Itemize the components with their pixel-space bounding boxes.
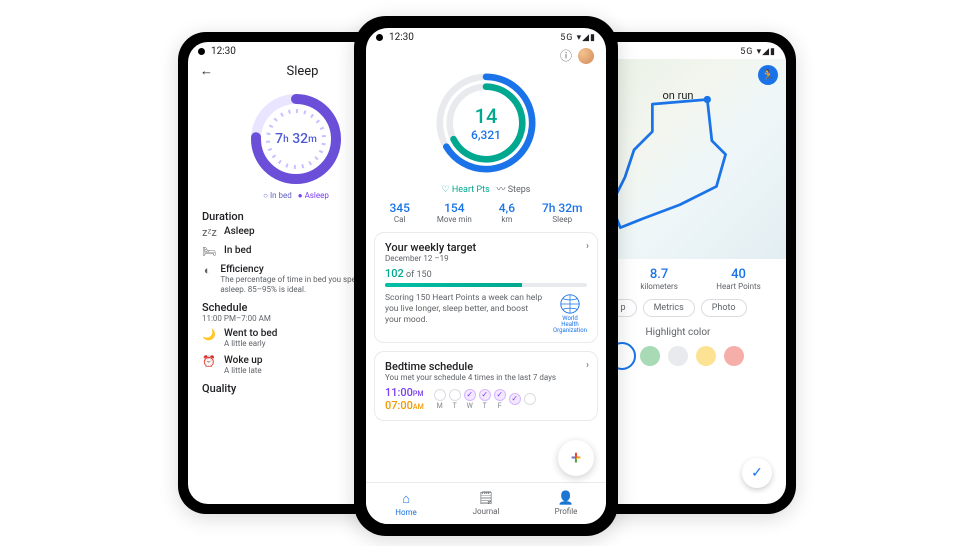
fab-add-button[interactable]: + [558,440,594,476]
bedtime-day-dots: MT✓W✓T✓F✓ [434,389,536,410]
camera-hole [198,48,205,55]
half-circle-icon: ◐ [202,264,212,277]
sleep-minutes: 32 [292,131,308,147]
who-badge: World Health Organization [553,293,587,334]
daily-metrics: 345Cal 154Move min 4,6km 7h 32mSleep [366,201,606,232]
metric-km[interactable]: 4,6km [499,201,515,224]
bed-icon: 🛏 [202,245,216,258]
activity-ring-chart[interactable]: 14 6,321 [431,68,541,178]
day-dot: ✓F [494,389,506,410]
heart-icon: ♡ [442,185,450,195]
alarm-icon: ⏰ [202,355,216,368]
day-dot: M [434,389,446,410]
metric-cal[interactable]: 345Cal [389,201,409,224]
camera-hole [376,34,383,41]
bedtime-sub: You met your schedule 4 times in the las… [385,373,587,382]
statusbar: 12:30 5G ▾◢▮ [366,28,606,45]
weekly-progress-of: of 150 [404,270,432,280]
status-icons: 5G ▾◢▮ [740,47,776,57]
ring-legend: ♡ Heart Pts 〰 Steps [366,182,606,195]
confirm-button[interactable]: ✓ [742,458,772,488]
info-icon[interactable]: ⓘ [560,47,572,64]
day-dot: ✓ [509,393,521,406]
weekly-progress-n: 102 [385,267,404,280]
weekly-progress-bar [385,283,587,287]
phone-center: 12:30 5G ▾◢▮ ⓘ 14 6,321 ♡ [354,16,618,536]
journal-icon: 🗒 [478,491,495,506]
chevron-right-icon: › [586,360,589,371]
moon-icon: 🌙 [202,328,216,341]
chip-photo[interactable]: Photo [701,299,747,317]
tab-home[interactable]: ⌂Home [366,483,446,524]
swatch-2[interactable] [668,346,688,366]
tab-journal[interactable]: 🗒Journal [446,483,526,524]
status-icons: 5G ▾◢▮ [560,33,596,43]
weekly-body: Scoring 150 Heart Points a week can help… [385,293,545,334]
weekly-daterange: December 12 –19 [385,254,587,263]
clock: 12:30 [211,46,236,57]
bedtime-times: 11:00PM 07:00AM [385,386,424,412]
screen-home: 12:30 5G ▾◢▮ ⓘ 14 6,321 ♡ [366,28,606,524]
weekly-title: Your weekly target [385,241,587,254]
profile-icon: 👤 [558,491,574,506]
home-icon: ⌂ [402,491,410,507]
day-dot: ✓W [464,389,476,410]
tab-profile[interactable]: 👤Profile [526,483,606,524]
bedtime-title: Bedtime schedule [385,360,587,373]
card-bedtime[interactable]: › Bedtime schedule You met your schedule… [374,351,598,421]
clock: 12:30 [389,32,414,43]
card-weekly-target[interactable]: › Your weekly target December 12 –19 102… [374,232,598,343]
sleep-hours: 7 [275,131,283,147]
chevron-right-icon: › [586,241,589,252]
stat-distance: 8.7kilometers [640,267,677,291]
steps-icon: 〰 [496,185,505,195]
day-dot: ✓T [479,389,491,410]
metric-sleep[interactable]: 7h 32mSleep [542,201,583,224]
day-dot: T [449,389,461,410]
sleep-zzz-icon: zᶻz [202,226,216,239]
steps-value: 6,321 [471,128,501,142]
swatch-1[interactable] [640,346,660,366]
swatch-4[interactable] [724,346,744,366]
sleep-ring-chart: 7h 32m [246,89,346,189]
stat-heartpoints: 40Heart Points [716,267,760,291]
bottom-nav: ⌂Home 🗒Journal 👤Profile [366,482,606,524]
day-dot [524,393,536,406]
chip-metrics[interactable]: Metrics [643,299,695,317]
metric-movemin[interactable]: 154Move min [437,201,472,224]
back-icon[interactable]: ← [200,63,213,79]
swatch-3[interactable] [696,346,716,366]
avatar[interactable] [578,48,594,64]
heart-points-value: 14 [475,104,498,128]
